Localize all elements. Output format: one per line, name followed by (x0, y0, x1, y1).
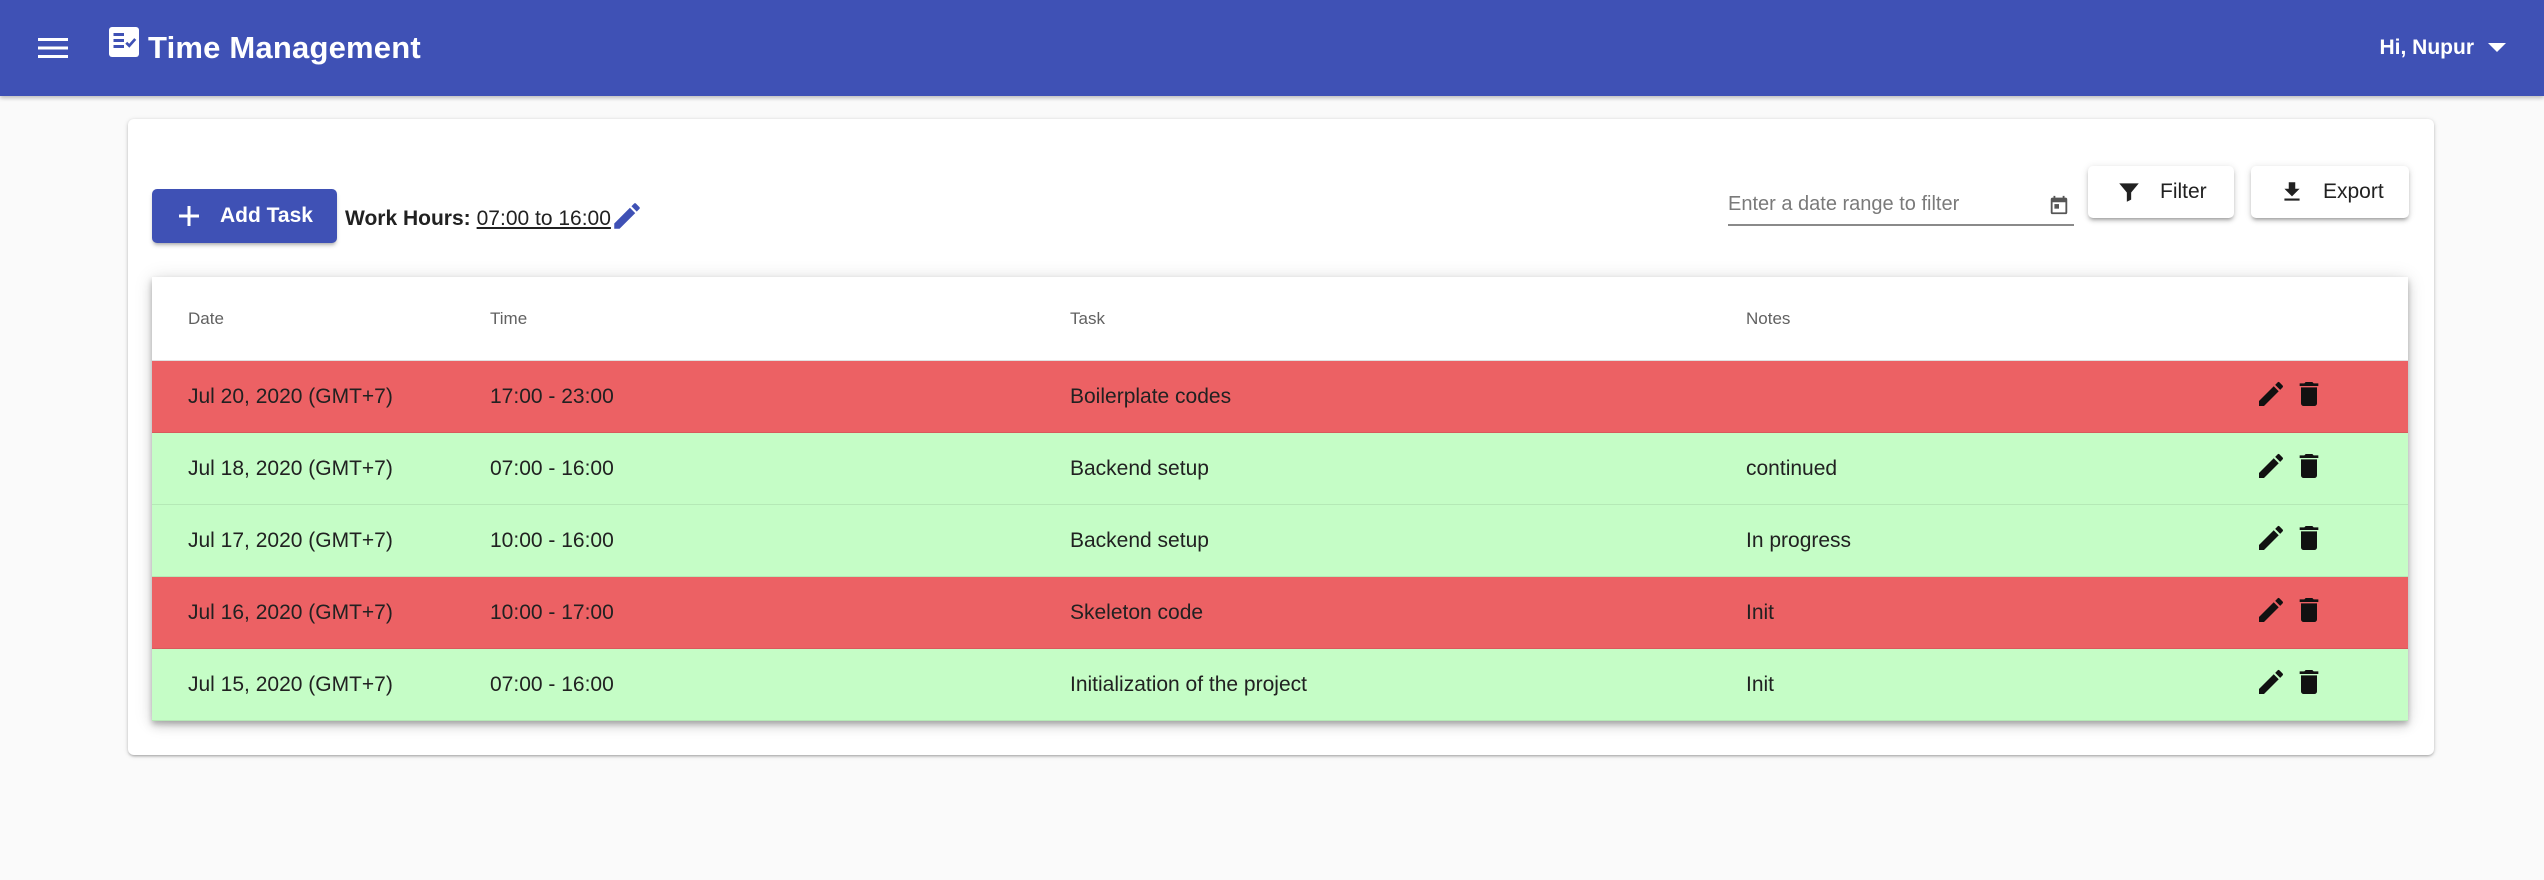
edit-task-button[interactable] (2254, 593, 2288, 627)
cell-notes: Init (1746, 673, 1775, 696)
cell-task: Backend setup (1070, 457, 1209, 480)
edit-task-button[interactable] (2254, 521, 2288, 555)
row-actions (2254, 449, 2326, 483)
cell-notes: In progress (1746, 529, 1852, 552)
pencil-icon (614, 203, 640, 229)
checklist-icon (109, 27, 139, 57)
work-hours-label: Work Hours: (345, 207, 471, 230)
edit-task-button[interactable] (2254, 449, 2288, 483)
delete-task-button[interactable] (2292, 377, 2326, 411)
cell-task: Skeleton code (1070, 601, 1204, 624)
cell-time: 07:00 - 16:00 (490, 673, 614, 696)
delete-task-button[interactable] (2292, 593, 2326, 627)
cell-time: 10:00 - 16:00 (490, 529, 614, 552)
user-greeting: Hi, Nupur (2379, 36, 2475, 59)
cell-time: 17:00 - 23:00 (490, 385, 614, 408)
row-actions (2254, 593, 2326, 627)
app-title: Time Management (148, 30, 421, 65)
work-hours-value[interactable]: 07:00 to 16:00 (477, 205, 611, 233)
tasks-table: Date Time Task Notes Jul 20, 2020 (GMT+7… (152, 277, 2408, 721)
column-header-date[interactable]: Date (188, 308, 224, 330)
table-row: Jul 15, 2020 (GMT+7) 07:00 - 16:00 Initi… (152, 649, 2408, 721)
cell-date: Jul 17, 2020 (GMT+7) (188, 529, 393, 552)
trash-icon (2299, 526, 2319, 550)
table-header: Date Time Task Notes (152, 277, 2408, 361)
export-label: Export (2323, 180, 2384, 203)
date-range-filter[interactable] (1728, 188, 2074, 226)
row-actions (2254, 521, 2326, 555)
cell-notes: continued (1746, 457, 1838, 480)
pencil-icon (2259, 525, 2284, 550)
cell-date: Jul 16, 2020 (GMT+7) (188, 601, 393, 624)
delete-task-button[interactable] (2292, 521, 2326, 555)
add-task-label: Add Task (220, 204, 313, 227)
plus-icon (179, 206, 199, 226)
row-actions (2254, 665, 2326, 699)
table-row: Jul 18, 2020 (GMT+7) 07:00 - 16:00 Backe… (152, 433, 2408, 505)
cell-task: Backend setup (1070, 529, 1209, 552)
trash-icon (2299, 598, 2319, 622)
pencil-icon (2259, 453, 2284, 478)
trash-icon (2299, 454, 2319, 478)
pencil-icon (2259, 669, 2284, 694)
filter-icon (2119, 183, 2139, 202)
trash-icon (2299, 382, 2319, 406)
edit-task-button[interactable] (2254, 665, 2288, 699)
cell-date: Jul 18, 2020 (GMT+7) (188, 457, 393, 480)
delete-task-button[interactable] (2292, 665, 2326, 699)
table-row: Jul 17, 2020 (GMT+7) 10:00 - 16:00 Backe… (152, 505, 2408, 577)
cell-date: Jul 20, 2020 (GMT+7) (188, 385, 393, 408)
delete-task-button[interactable] (2292, 449, 2326, 483)
cell-task: Boilerplate codes (1070, 385, 1232, 408)
table-row: Jul 20, 2020 (GMT+7) 17:00 - 23:00 Boile… (152, 361, 2408, 433)
row-actions (2254, 377, 2326, 411)
app-toolbar: Time Management Hi, Nupur (0, 0, 2544, 96)
filter-label: Filter (2160, 180, 2207, 203)
edit-task-button[interactable] (2254, 377, 2288, 411)
work-hours: Work Hours: 07:00 to 16:00 (345, 205, 611, 233)
export-button[interactable]: Export (2251, 166, 2409, 218)
column-header-notes[interactable]: Notes (1746, 308, 1790, 330)
filter-button[interactable]: Filter (2088, 166, 2234, 218)
cell-notes: Init (1746, 601, 1775, 624)
cell-date: Jul 15, 2020 (GMT+7) (188, 673, 393, 696)
column-header-task[interactable]: Task (1070, 308, 1105, 330)
date-range-input[interactable] (1728, 188, 2028, 220)
menu-button[interactable] (30, 28, 76, 68)
edit-work-hours-button[interactable] (610, 199, 644, 233)
trash-icon (2299, 670, 2319, 694)
download-icon (2284, 182, 2300, 201)
arrow-drop-down-icon (2488, 43, 2506, 52)
cell-time: 10:00 - 17:00 (490, 601, 614, 624)
cell-time: 07:00 - 16:00 (490, 457, 614, 480)
add-task-button[interactable]: Add Task (152, 189, 337, 243)
calendar-icon[interactable] (2048, 194, 2070, 216)
pencil-icon (2259, 597, 2284, 622)
table-row: Jul 16, 2020 (GMT+7) 10:00 - 17:00 Skele… (152, 577, 2408, 649)
pencil-icon (2259, 381, 2284, 406)
column-header-time[interactable]: Time (490, 308, 527, 330)
user-menu[interactable]: Hi, Nupur (2379, 30, 2506, 66)
cell-task: Initialization of the project (1070, 673, 1307, 696)
menu-icon (38, 38, 68, 58)
